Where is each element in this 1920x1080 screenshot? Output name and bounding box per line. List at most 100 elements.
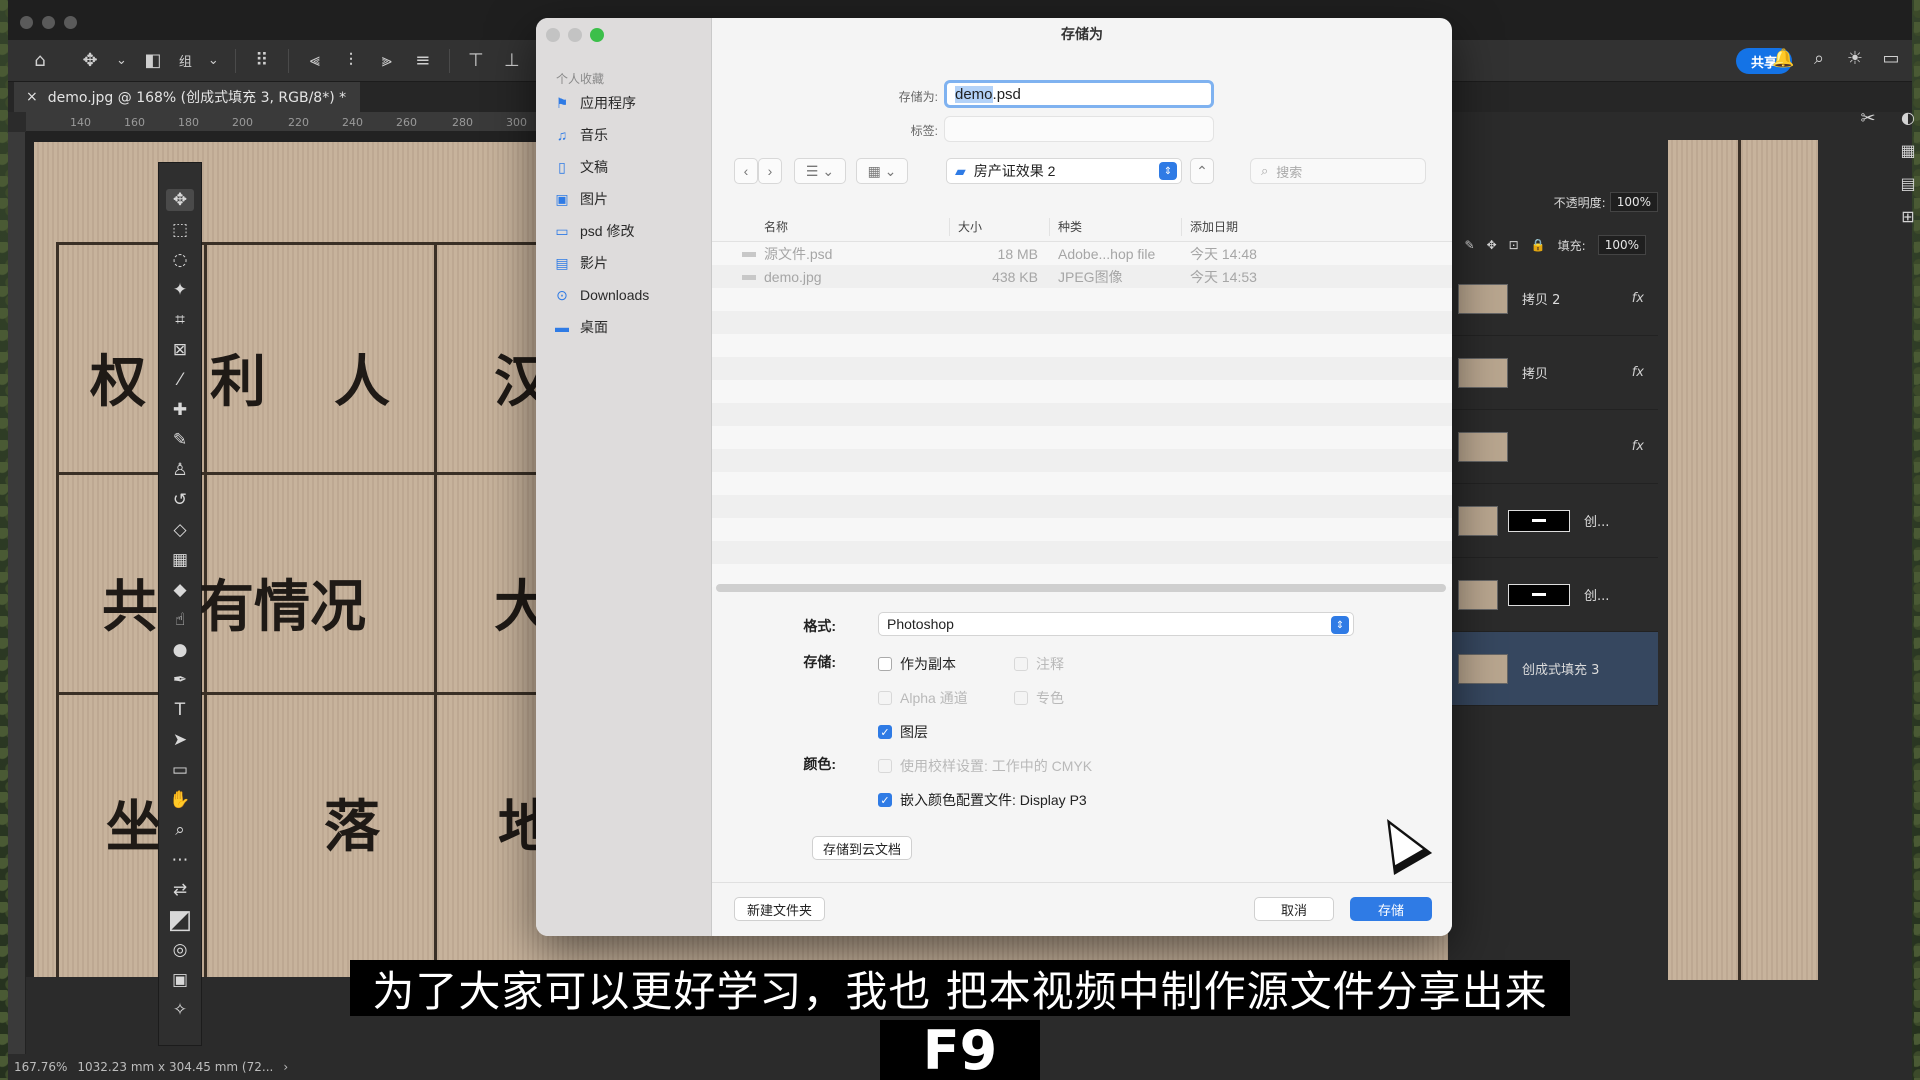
column-date[interactable]: 添加日期 <box>1182 218 1332 236</box>
sidebar-item-documents[interactable]: ▯ 文稿 <box>554 156 649 178</box>
layer-row[interactable]: 创... <box>1448 484 1658 558</box>
new-folder-button[interactable]: 新建文件夹 <box>734 897 826 921</box>
layer-row[interactable]: fx <box>1448 410 1658 484</box>
magic-wand-icon[interactable]: ✦ <box>166 279 194 301</box>
column-kind[interactable]: 种类 <box>1050 217 1182 236</box>
group-select[interactable]: 组 <box>171 51 200 70</box>
dialog-zoom-button[interactable] <box>590 28 604 42</box>
gradient-icon[interactable]: ▤ <box>1900 174 1915 193</box>
lightbulb-icon[interactable]: ☀ <box>1844 48 1866 69</box>
chevron-down-icon[interactable]: ⌄ <box>108 53 135 68</box>
move-lock-icon[interactable]: ✥ <box>1487 238 1497 252</box>
sidebar-item-movies[interactable]: ▤ 影片 <box>554 252 649 274</box>
alpha-checkbox[interactable]: Alpha 通道 <box>878 688 968 708</box>
dialog-close-button[interactable] <box>546 28 560 42</box>
brush-lock-icon[interactable]: ✎ <box>1465 238 1475 252</box>
column-size[interactable]: 大小 <box>950 217 1050 236</box>
smudge-tool-icon[interactable]: ☝ <box>166 609 194 631</box>
back-button[interactable]: ‹ <box>734 158 758 184</box>
path-select-icon[interactable]: ➤ <box>166 729 194 751</box>
stamp-tool-icon[interactable]: ♙ <box>166 459 194 481</box>
horizontal-scrollbar[interactable] <box>716 584 1446 592</box>
move-tool-icon[interactable]: ✥ <box>166 189 194 211</box>
marquee-tool-icon[interactable]: ⬚ <box>166 219 194 241</box>
rectangle-tool-icon[interactable]: ▭ <box>166 759 194 781</box>
move-tool-icon[interactable]: ✥ <box>72 50 108 71</box>
align-right-icon[interactable]: ⫸ <box>369 50 405 71</box>
workspace-icon[interactable]: ▭ <box>1880 48 1902 69</box>
screen-mode-icon[interactable]: ▣ <box>166 969 194 991</box>
minimize-window-button[interactable] <box>42 16 55 29</box>
expand-button[interactable]: ⌃ <box>1190 158 1214 184</box>
eyedropper-icon[interactable]: ⁄ <box>166 369 194 391</box>
crop-tool-icon[interactable]: ⌗ <box>166 309 194 331</box>
layer-row[interactable]: 创... <box>1448 558 1658 632</box>
eraser-icon[interactable]: ◇ <box>166 519 194 541</box>
notes-checkbox[interactable]: 注释 <box>1014 654 1064 674</box>
save-button[interactable]: 存储 <box>1350 897 1432 921</box>
sidebar-item-pictures[interactable]: ▣ 图片 <box>554 188 649 210</box>
pen-tool-icon[interactable]: ✒ <box>166 669 194 691</box>
grid-view-button[interactable]: ▦ ⌄ <box>856 158 908 184</box>
grid-icon[interactable]: ▦ <box>1900 141 1915 160</box>
save-to-cloud-button[interactable]: 存储到云文档 <box>812 836 913 860</box>
transform-controls-icon[interactable]: ⠿ <box>244 50 280 71</box>
sidebar-item-psd-folder[interactable]: ▭ psd 修改 <box>554 220 649 242</box>
spot-checkbox[interactable]: 专色 <box>1014 688 1064 708</box>
sidebar-item-downloads[interactable]: ⊙ Downloads <box>554 284 649 306</box>
document-tab[interactable]: × demo.jpg @ 168% (创成式填充 3, RGB/8*) * <box>14 82 361 112</box>
auto-select-icon[interactable]: ◧ <box>135 50 171 71</box>
fx-icon[interactable]: fx <box>1632 439 1644 454</box>
dialog-minimize-button[interactable] <box>568 28 582 42</box>
home-icon[interactable]: ⌂ <box>22 50 58 71</box>
zoom-window-button[interactable] <box>64 16 77 29</box>
proof-checkbox[interactable]: 使用校样设置: 工作中的 CMYK <box>878 756 1092 776</box>
fx-icon[interactable]: fx <box>1632 291 1644 306</box>
type-tool-icon[interactable]: T <box>166 699 194 721</box>
pattern-icon[interactable]: ⊞ <box>1901 207 1914 226</box>
close-icon[interactable]: × <box>26 89 38 105</box>
align-middle-icon[interactable]: ⊥ <box>494 50 530 71</box>
search-icon[interactable]: ⌕ <box>1808 48 1830 69</box>
tags-input[interactable] <box>944 116 1214 142</box>
layer-row[interactable]: 拷贝 2 fx <box>1448 262 1658 336</box>
fill-value[interactable]: 100% <box>1597 235 1646 255</box>
gradient-tool-icon[interactable]: ▦ <box>166 549 194 571</box>
zoom-level[interactable]: 167.76% <box>14 1060 67 1074</box>
blur-tool-icon[interactable]: ◆ <box>166 579 194 601</box>
lasso-tool-icon[interactable]: ◌ <box>166 249 194 271</box>
sidebar-item-desktop[interactable]: ▬ 桌面 <box>554 316 649 338</box>
fx-icon[interactable]: fx <box>1632 365 1644 380</box>
align-left-icon[interactable]: ⫷ <box>297 50 333 71</box>
layer-row-selected[interactable]: 创成式填充 3 <box>1448 632 1658 706</box>
swap-colors-icon[interactable]: ⇄ <box>166 879 194 901</box>
align-center-icon[interactable]: ⫶ <box>333 50 369 71</box>
healing-brush-icon[interactable]: ✚ <box>166 399 194 421</box>
history-brush-icon[interactable]: ↺ <box>166 489 194 511</box>
hand-tool-icon[interactable]: ✋ <box>166 789 194 811</box>
more-tools-icon[interactable]: ⋯ <box>166 849 194 871</box>
as-copy-checkbox[interactable]: 作为副本 <box>878 654 956 674</box>
distribute-icon[interactable]: ≡ <box>405 50 441 71</box>
zoom-tool-icon[interactable]: ⌕ <box>166 819 194 841</box>
sidebar-item-music[interactable]: ♫ 音乐 <box>554 124 649 146</box>
format-select[interactable]: Photoshop ⇕ <box>878 612 1354 636</box>
column-name[interactable]: 名称 <box>712 217 950 236</box>
generative-icon[interactable]: ✧ <box>166 999 194 1021</box>
frame-tool-icon[interactable]: ⊠ <box>166 339 194 361</box>
color-wheel-icon[interactable]: ◐ <box>1901 108 1915 127</box>
tools-icon[interactable]: ✂ <box>1860 108 1875 129</box>
sidebar-item-applications[interactable]: ⚑ 应用程序 <box>554 92 649 114</box>
chevron-down-icon[interactable]: ⌄ <box>200 53 227 68</box>
brush-tool-icon[interactable]: ✎ <box>166 429 194 451</box>
layer-row[interactable]: 拷贝 fx <box>1448 336 1658 410</box>
chevron-right-icon[interactable]: › <box>283 1060 288 1074</box>
color-swatches-icon[interactable]: ◩ <box>166 905 194 935</box>
lock-icon[interactable]: 🔒 <box>1531 238 1546 252</box>
close-window-button[interactable] <box>20 16 33 29</box>
layers-checkbox[interactable]: ✓ 图层 <box>878 722 928 742</box>
table-row[interactable]: 源文件.psd 18 MB Adobe...hop file 今天 14:48 <box>712 242 1452 265</box>
quick-mask-icon[interactable]: ◎ <box>166 939 194 961</box>
embed-profile-checkbox[interactable]: ✓ 嵌入颜色配置文件: Display P3 <box>878 790 1087 810</box>
dodge-tool-icon[interactable]: ● <box>166 639 194 661</box>
